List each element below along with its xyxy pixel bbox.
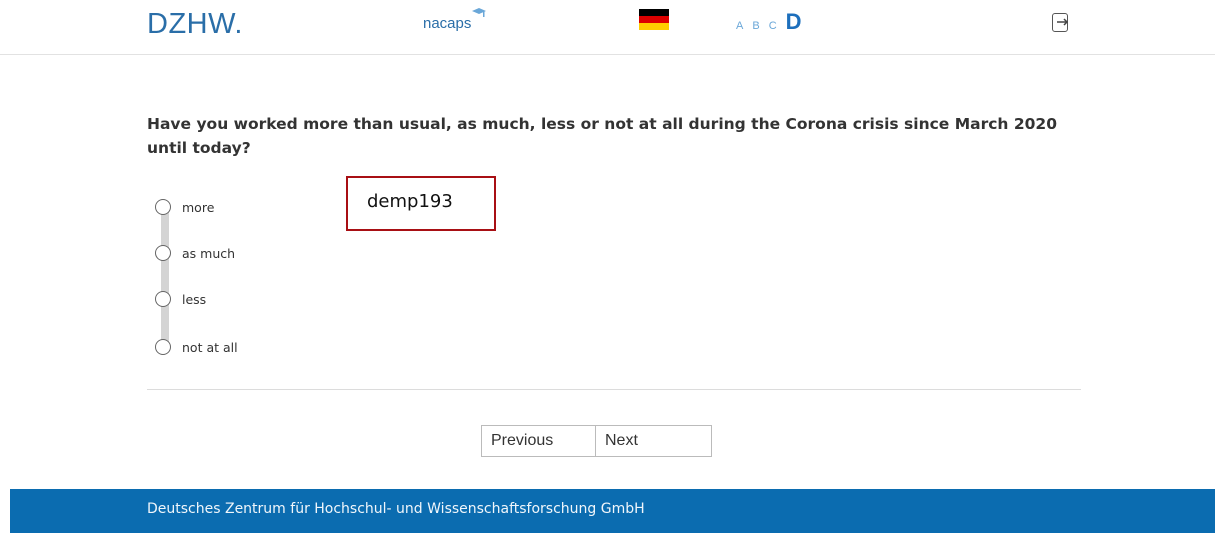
divider (147, 389, 1081, 390)
level-c[interactable]: C (769, 20, 777, 32)
navigation: Previous Next (481, 425, 712, 457)
level-d[interactable]: D (786, 9, 802, 35)
radio-button[interactable] (155, 245, 171, 261)
radio-button[interactable] (155, 199, 171, 215)
option-not-at-all[interactable]: not at all (155, 337, 238, 357)
variable-label: demp193 (367, 191, 453, 212)
font-size-selector: ABCD (736, 9, 802, 35)
dzhw-logo[interactable]: DZHW. (147, 8, 243, 41)
radio-button[interactable] (155, 291, 171, 307)
option-label: as much (182, 245, 236, 261)
german-flag-icon[interactable] (639, 9, 669, 30)
option-label: more (182, 199, 215, 215)
option-label: less (182, 291, 207, 307)
variable-annotation-box: demp193 (346, 176, 496, 231)
graduation-cap-icon (472, 8, 486, 17)
level-a[interactable]: A (736, 20, 743, 32)
exit-button[interactable] (1052, 13, 1069, 32)
previous-button[interactable]: Previous (481, 425, 595, 457)
question-text: Have you worked more than usual, as much… (147, 115, 1057, 157)
option-less[interactable]: less (155, 289, 206, 309)
radio-button[interactable] (155, 339, 171, 355)
option-more[interactable]: more (155, 197, 214, 217)
footer: Deutsches Zentrum für Hochschul- und Wis… (10, 489, 1215, 533)
level-b[interactable]: B (752, 20, 759, 32)
exit-icon (1057, 18, 1069, 26)
next-button[interactable]: Next (595, 425, 712, 457)
option-label: not at all (182, 339, 238, 355)
header: DZHW. nacaps ABCD (0, 0, 1215, 55)
nacaps-logo[interactable]: nacaps (423, 8, 486, 32)
options-track (161, 205, 169, 348)
option-as-much[interactable]: as much (155, 243, 235, 263)
footer-text: Deutsches Zentrum für Hochschul- und Wis… (147, 501, 645, 517)
nacaps-logo-text: nacaps (423, 15, 472, 32)
